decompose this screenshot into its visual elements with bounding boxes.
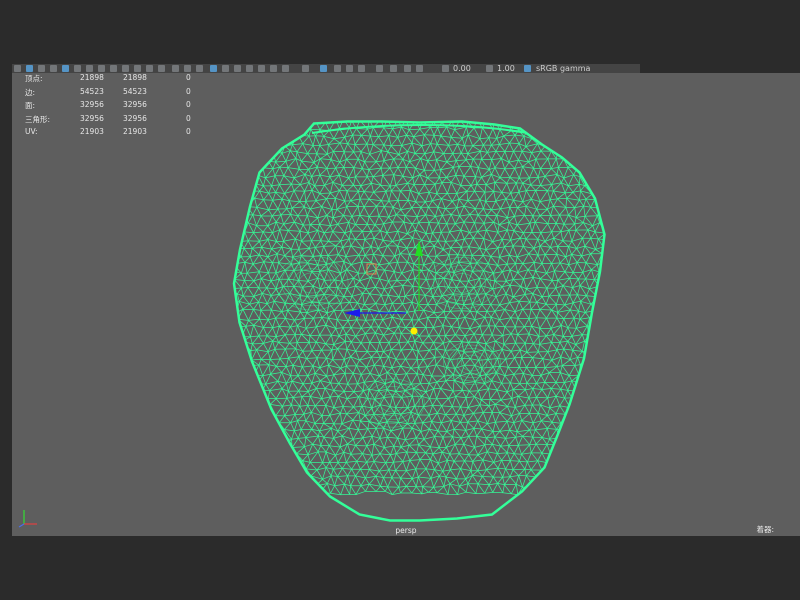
backface-culling-icon[interactable]	[358, 65, 365, 72]
stat-label: 边:	[25, 87, 36, 97]
stat-label: UV:	[25, 127, 38, 136]
app-window: 0.00 1.00 sRGB gamma 顶点: 21898 21898 0 边: 545…	[0, 0, 800, 600]
camera-attributes-icon[interactable]	[26, 65, 33, 72]
exposure-icon[interactable]	[442, 65, 449, 72]
move-manipulator-icon[interactable]	[12, 73, 800, 536]
color-management-icon[interactable]	[524, 65, 531, 72]
stat-value: 0	[186, 127, 191, 136]
stat-value: 0	[186, 86, 191, 96]
pivot-box-icon	[366, 263, 377, 275]
wireframe-icon[interactable]	[172, 65, 179, 72]
image-plane-icon[interactable]	[50, 65, 57, 72]
persp-viewport[interactable]: 顶点: 21898 21898 0 边: 54523 54523 0 面: 32956 32956 0…	[12, 73, 800, 536]
ambient-occlusion-icon[interactable]	[258, 65, 265, 72]
film-gate-icon[interactable]	[98, 65, 105, 72]
stat-label: 三角形:	[25, 114, 51, 124]
move-x-arrow-icon[interactable]	[344, 309, 360, 317]
pivot-icon[interactable]	[410, 327, 418, 335]
xray-icon[interactable]	[210, 65, 217, 72]
lights-icon[interactable]	[234, 65, 241, 72]
safe-action-icon[interactable]	[146, 65, 153, 72]
camera-name-label: persp	[395, 526, 417, 535]
exposure-field[interactable]: 0.00	[453, 64, 471, 73]
view-transform-dropdown[interactable]: sRGB gamma	[536, 64, 590, 73]
textured-icon[interactable]	[222, 65, 229, 72]
wireframe-on-shaded-icon[interactable]	[196, 65, 203, 72]
move-y-arrow-icon[interactable]	[415, 240, 423, 256]
stat-value: 54523	[80, 86, 104, 96]
viewport-toolbar: 0.00 1.00 sRGB gamma	[12, 64, 640, 73]
select-camera-icon[interactable]	[14, 65, 21, 72]
bookmarks-icon[interactable]	[38, 65, 45, 72]
stat-value: 32956	[123, 100, 147, 109]
stat-value: 32956	[123, 113, 147, 123]
safe-title-icon[interactable]	[158, 65, 165, 72]
axis-indicator-icon	[18, 510, 37, 528]
viewport-corner-label: 着器:	[756, 525, 774, 534]
gamma-icon[interactable]	[486, 65, 493, 72]
stat-value: 0	[186, 113, 191, 123]
render-view-icon[interactable]	[416, 65, 423, 72]
resolution-gate-icon[interactable]	[110, 65, 117, 72]
gamma-field[interactable]: 1.00	[497, 64, 515, 73]
gate-mask-icon[interactable]	[122, 65, 129, 72]
stat-value: 21898	[123, 73, 147, 82]
camera-menu-icon[interactable]	[390, 65, 397, 72]
stat-value: 21903	[80, 127, 104, 136]
stat-value: 0	[186, 100, 191, 109]
smooth-shade-icon[interactable]	[184, 65, 191, 72]
two-d-pan-icon[interactable]	[62, 65, 69, 72]
stat-value: 54523	[123, 86, 147, 96]
isolate-select-icon[interactable]	[320, 65, 327, 72]
shadows-icon[interactable]	[246, 65, 253, 72]
motion-blur-icon[interactable]	[270, 65, 277, 72]
hud-icon[interactable]	[376, 65, 383, 72]
stat-label: 面:	[25, 101, 36, 110]
grid-icon[interactable]	[86, 65, 93, 72]
stat-value: 21903	[123, 127, 147, 136]
stat-value: 0	[186, 73, 191, 82]
panel-layout-icon[interactable]	[404, 65, 411, 72]
depth-of-field-icon[interactable]	[302, 65, 309, 72]
stat-value: 21898	[80, 73, 104, 82]
xray-active-icon[interactable]	[346, 65, 353, 72]
stat-value: 32956	[80, 113, 104, 123]
field-chart-icon[interactable]	[134, 65, 141, 72]
stat-value: 32956	[80, 100, 104, 109]
anti-aliasing-icon[interactable]	[282, 65, 289, 72]
xray-joints-icon[interactable]	[334, 65, 341, 72]
stat-label: 顶点:	[25, 74, 43, 83]
grease-pencil-icon[interactable]	[74, 65, 81, 72]
